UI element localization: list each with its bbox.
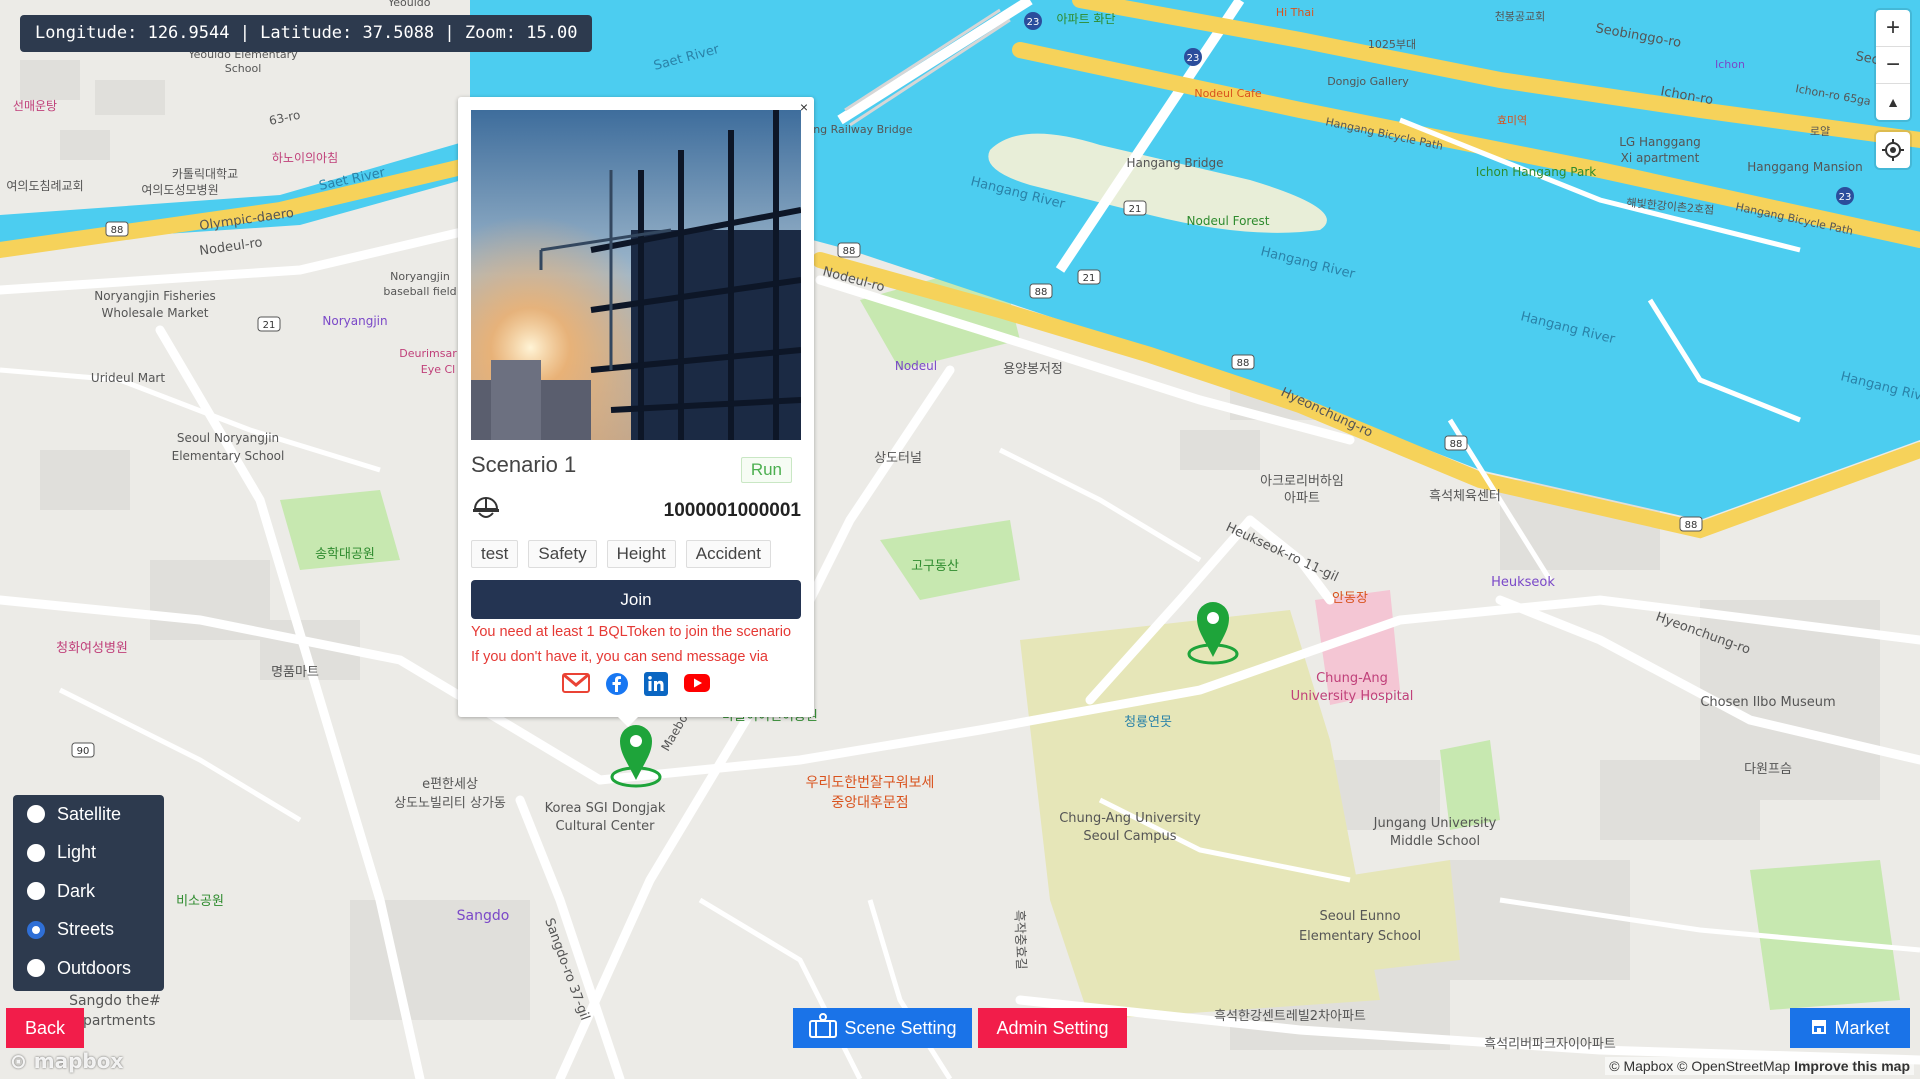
scene-icon (808, 1012, 838, 1044)
token-requirement-text: You need at least 1 BQLToken to join the… (471, 624, 792, 640)
close-icon[interactable]: × (800, 99, 808, 115)
scenario-image (471, 110, 801, 440)
svg-text:88: 88 (1237, 358, 1250, 369)
style-option-label: Dark (57, 880, 96, 901)
tag-list: test Safety Height Accident (471, 540, 771, 568)
market-label: Market (1834, 1017, 1890, 1038)
scenario-popup: × Scenario 1 Run 1000001000001 test Safe… (458, 97, 814, 727)
run-status-badge[interactable]: Run (740, 457, 792, 483)
style-option-dark[interactable]: Dark (13, 872, 164, 911)
zoom-out-button[interactable]: − (1876, 47, 1910, 84)
gmail-icon[interactable] (561, 672, 590, 701)
contact-text: If you don't have it, you can send messa… (471, 649, 768, 665)
zoom-in-button[interactable]: + (1876, 10, 1910, 47)
svg-text:88: 88 (843, 246, 856, 257)
scenario-title: Scenario 1 (471, 452, 577, 477)
osm-attribution-link[interactable]: © OpenStreetMap (1677, 1058, 1790, 1074)
radio-button[interactable] (27, 805, 45, 824)
scene-setting-button[interactable]: Scene Setting (793, 1008, 972, 1048)
style-option-label: Satellite (57, 803, 122, 824)
style-option-label: Outdoors (57, 957, 132, 978)
linkedin-icon[interactable] (643, 672, 668, 701)
style-option-streets[interactable]: Streets (13, 911, 164, 950)
map-canvas[interactable]: Saet River Saet River Hangang River Hang… (0, 0, 1920, 1079)
join-button[interactable]: Join (471, 580, 801, 619)
mapbox-logo[interactable]: ⊙ mapbox (10, 1049, 123, 1073)
market-button[interactable]: Market (1790, 1008, 1910, 1048)
style-option-outdoors[interactable]: Outdoors (13, 949, 164, 988)
radio-button-selected[interactable] (27, 920, 45, 939)
radio-button[interactable] (27, 843, 45, 862)
admin-setting-label: Admin Setting (996, 1017, 1109, 1038)
tag[interactable]: Safety (528, 540, 597, 568)
style-option-label: Light (57, 842, 97, 863)
geolocate-button[interactable] (1876, 132, 1910, 168)
social-links (458, 672, 814, 701)
back-button[interactable]: Back (6, 1008, 84, 1048)
scenario-id: 1000001000001 (663, 500, 801, 521)
style-option-light[interactable]: Light (13, 834, 164, 873)
svg-text:88: 88 (111, 225, 124, 236)
navigation-control: + − ▲ (1876, 10, 1910, 120)
svg-text:90: 90 (77, 746, 90, 757)
scene-setting-label: Scene Setting (844, 1017, 957, 1038)
tag[interactable]: Accident (685, 540, 771, 568)
svg-text:21: 21 (1083, 273, 1096, 284)
radio-button[interactable] (27, 959, 45, 978)
youtube-icon[interactable] (683, 672, 711, 701)
svg-text:88: 88 (1450, 439, 1463, 450)
svg-text:88: 88 (1035, 287, 1048, 298)
geolocate-icon (1882, 139, 1904, 161)
svg-text:88: 88 (1685, 520, 1698, 531)
mapbox-logo-text: mapbox (33, 1049, 124, 1073)
back-button-label: Back (24, 1017, 66, 1038)
store-icon (1810, 1017, 1828, 1040)
mapbox-attribution-link[interactable]: © Mapbox (1609, 1058, 1673, 1074)
facebook-icon[interactable] (605, 672, 629, 701)
radio-button[interactable] (27, 882, 45, 901)
compass-button[interactable]: ▲ (1876, 84, 1910, 120)
svg-text:23: 23 (1839, 192, 1852, 203)
svg-text:23: 23 (1187, 53, 1200, 64)
tag[interactable]: Height (606, 540, 676, 568)
svg-text:21: 21 (1129, 204, 1142, 215)
tag[interactable]: test (471, 540, 519, 568)
map-style-switcher: Satellite Light Dark Streets Outdoors (13, 795, 164, 991)
admin-setting-button[interactable]: Admin Setting (978, 1008, 1127, 1048)
map-attribution: © Mapbox © OpenStreetMap Improve this ma… (1605, 1057, 1914, 1075)
helmet-icon (471, 492, 501, 527)
style-option-satellite[interactable]: Satellite (13, 795, 164, 834)
coordinates-readout: Longitude: 126.9544 | Latitude: 37.5088 … (20, 15, 593, 52)
svg-text:23: 23 (1027, 17, 1040, 28)
improve-map-link[interactable]: Improve this map (1794, 1058, 1910, 1074)
svg-text:21: 21 (263, 320, 276, 331)
style-option-label: Streets (57, 919, 115, 940)
